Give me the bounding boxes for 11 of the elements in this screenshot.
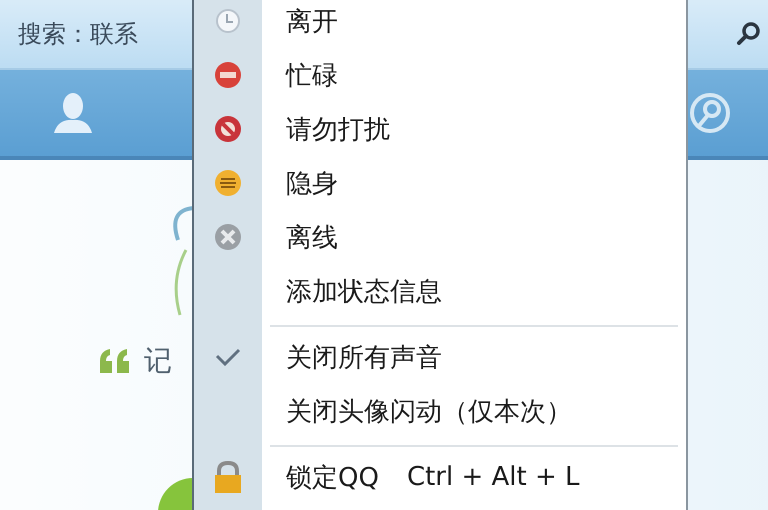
quote-text: 记 bbox=[144, 343, 172, 379]
menu-item-label: 离线 bbox=[286, 222, 338, 254]
menu-item-label: 添加状态信息 bbox=[286, 276, 442, 308]
shortcut-text: Ctrl + Alt + L bbox=[406, 462, 580, 492]
menu-item-label: 请勿打扰 bbox=[286, 114, 390, 146]
menu-item-label: 关闭头像闪动（仅本次） bbox=[286, 396, 572, 428]
menu-item-label: 锁定QQ bbox=[286, 462, 379, 494]
menu-item-label: 关闭所有声音 bbox=[286, 342, 442, 374]
menu-item-label: 隐身 bbox=[286, 168, 338, 200]
menu-item-label: 离开 bbox=[286, 6, 338, 38]
menu-item-label: 忙碌 bbox=[286, 60, 338, 92]
